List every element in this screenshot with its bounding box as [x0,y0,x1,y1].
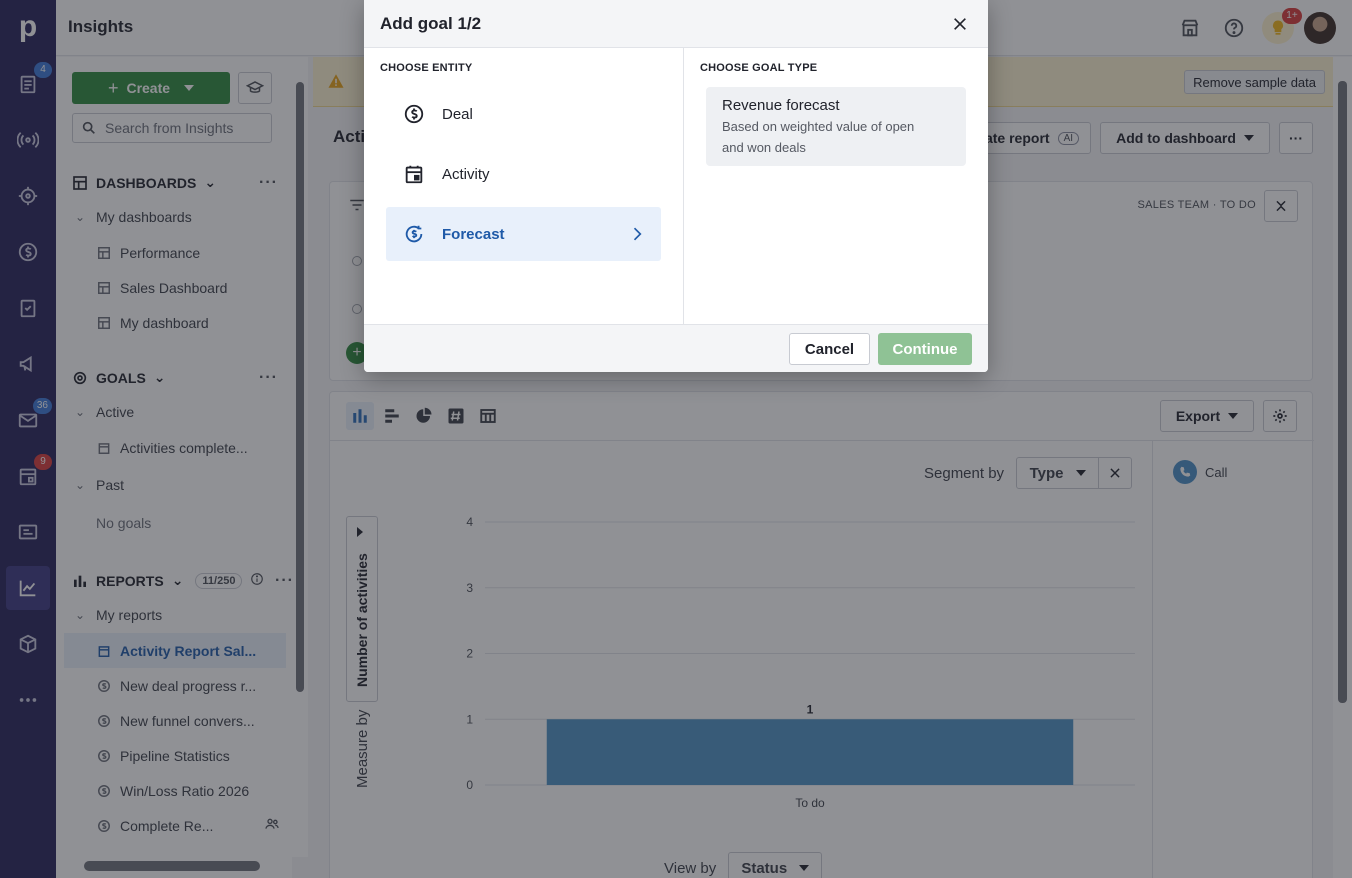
add-goal-modal: Add goal 1/2 CHOOSE ENTITY Deal Activity… [364,0,988,372]
modal-title: Add goal 1/2 [380,14,482,33]
entity-option-forecast[interactable]: Forecast [386,207,661,261]
close-modal-button[interactable] [948,12,972,36]
entity-header: CHOOSE ENTITY [380,62,473,74]
entity-option-deal[interactable]: Deal [386,87,661,141]
dollar-icon [402,102,426,126]
chevron-right-icon [627,224,647,248]
goal-type-description: Based on weighted value of open and won … [722,119,915,155]
calendar-icon [402,162,426,186]
entity-label: Activity [442,165,490,183]
modal-body: CHOOSE ENTITY Deal Activity Forecast CHO… [364,48,988,324]
entity-column: CHOOSE ENTITY Deal Activity Forecast [364,48,684,324]
goal-type-revenue-forecast[interactable]: Revenue forecast Based on weighted value… [706,87,966,166]
close-icon [954,18,966,30]
goal-type-title: Revenue forecast [722,97,840,114]
goal-type-header: CHOOSE GOAL TYPE [700,62,818,74]
modal-footer: Cancel Continue [364,324,988,372]
cancel-button[interactable]: Cancel [789,333,870,365]
entity-option-activity[interactable]: Activity [386,147,661,201]
goal-type-column: CHOOSE GOAL TYPE Revenue forecast Based … [684,48,988,324]
forecast-icon [402,222,426,246]
entity-label: Forecast [442,225,505,243]
entity-label: Deal [442,105,473,123]
modal-header: Add goal 1/2 [364,0,988,48]
continue-button[interactable]: Continue [878,333,972,365]
